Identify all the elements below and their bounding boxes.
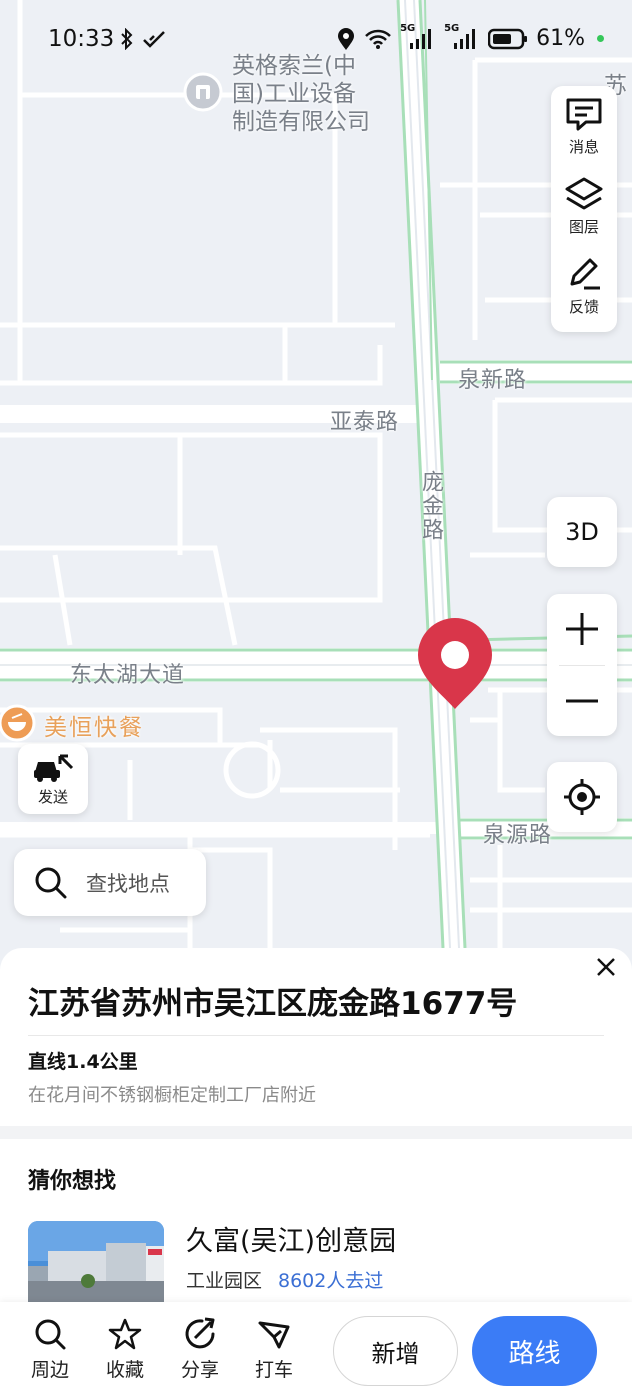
road-label-quanyuan: 泉源路	[483, 823, 553, 848]
share-label: 分享	[180, 1359, 219, 1381]
messages-button[interactable]: 消息	[551, 86, 617, 166]
location-pin-icon	[418, 618, 492, 709]
battery-percent: 61%	[536, 26, 585, 51]
send-to-car-button[interactable]: 发送	[18, 744, 88, 814]
taxi-button[interactable]: 打车	[244, 1317, 304, 1382]
company-poi-icon[interactable]	[183, 72, 223, 112]
map-base	[0, 0, 632, 960]
share-icon	[185, 1317, 215, 1349]
recommendation-thumbnail[interactable]	[28, 1221, 164, 1311]
taxi-label: 打车	[254, 1359, 293, 1381]
search-icon	[35, 867, 67, 898]
bluetooth-icon	[121, 28, 133, 50]
link-icon	[143, 31, 165, 48]
zoom-in-button[interactable]	[547, 594, 617, 665]
recommendation-type: 工业园区	[186, 1270, 263, 1292]
taxi-flag-icon	[258, 1321, 290, 1349]
search-placeholder: 查找地点	[86, 871, 170, 896]
company-poi-line-3: 制造有限公司	[232, 109, 370, 135]
my-location-button[interactable]	[547, 762, 617, 832]
star-icon	[108, 1318, 142, 1350]
road-label-pangjin: 庞金路	[418, 470, 443, 542]
map-view[interactable]: 10:33 5G 5G 61% 英格索兰(中 国)工业设备 制造有限公司 苏 泉…	[0, 0, 632, 960]
3d-label: 3D	[565, 518, 599, 546]
crosshair-icon	[564, 779, 600, 815]
favorite-label: 收藏	[105, 1359, 144, 1381]
company-poi-line-2: 国)工业设备	[232, 81, 356, 107]
restaurant-poi-label[interactable]: 美恒快餐	[44, 708, 144, 742]
road-label-dongtaihu: 东太湖大道	[70, 663, 186, 688]
restaurant-poi-icon[interactable]	[0, 704, 38, 742]
signal-5g-1: 5G	[400, 23, 436, 51]
recommendations-title: 猜你想找	[28, 1169, 117, 1194]
recommendation-name[interactable]: 久富(吴江)创意园	[186, 1219, 396, 1258]
battery-icon	[488, 28, 528, 49]
road-label-yatai: 亚泰路	[330, 410, 400, 435]
layers-label: 图层	[568, 217, 599, 236]
add-new-button[interactable]: 新增	[333, 1316, 458, 1386]
route-label: 路线	[508, 1338, 561, 1369]
status-right: 5G 5G 61%	[336, 23, 604, 51]
sheet-divider	[28, 1035, 604, 1036]
edit-pencil-icon	[570, 258, 600, 289]
place-nearby: 在花月间不锈钢橱柜定制工厂店附近	[28, 1085, 316, 1106]
favorite-button[interactable]: 收藏	[95, 1317, 155, 1382]
send-label: 发送	[37, 787, 68, 806]
battery-dot	[597, 35, 604, 42]
close-icon[interactable]	[594, 955, 618, 979]
route-button[interactable]: 路线	[472, 1316, 597, 1386]
map-tools-panel: 消息 图层 反馈	[551, 86, 617, 332]
signal-bars-icon	[454, 28, 476, 49]
message-icon	[566, 98, 602, 130]
minus-icon	[566, 699, 598, 703]
search-icon	[35, 1319, 66, 1350]
nearby-label: 周边	[30, 1359, 69, 1381]
layers-icon	[565, 177, 603, 209]
nearby-button[interactable]: 周边	[20, 1317, 80, 1382]
search-place-field[interactable]: 查找地点	[14, 849, 206, 916]
car-send-icon	[34, 754, 74, 782]
share-button[interactable]: 分享	[170, 1317, 230, 1382]
status-time: 10:33	[48, 26, 115, 52]
place-distance: 直线1.4公里	[28, 1051, 138, 1073]
road-label-quanxin: 泉新路	[458, 368, 528, 393]
company-poi-line-1: 英格索兰(中	[232, 53, 356, 79]
messages-label: 消息	[568, 137, 599, 156]
recommendation-visits: 8602人去过	[278, 1270, 384, 1292]
3d-toggle-button[interactable]: 3D	[547, 497, 617, 567]
feedback-button[interactable]: 反馈	[551, 246, 617, 326]
place-address: 江苏省苏州市吴江区庞金路1677号	[28, 986, 518, 1022]
zoom-controls	[547, 594, 617, 736]
add-new-label: 新增	[371, 1339, 420, 1368]
plus-icon	[566, 613, 598, 646]
section-gap	[0, 1126, 632, 1139]
wifi-icon	[365, 29, 391, 49]
company-poi-label[interactable]: 英格索兰(中 国)工业设备 制造有限公司	[232, 52, 370, 136]
zoom-out-button[interactable]	[547, 666, 617, 737]
location-icon	[338, 27, 355, 50]
feedback-label: 反馈	[568, 297, 599, 316]
signal-5g-2: 5G	[444, 23, 480, 51]
layers-button[interactable]: 图层	[551, 166, 617, 246]
signal-bars-icon	[410, 28, 432, 49]
